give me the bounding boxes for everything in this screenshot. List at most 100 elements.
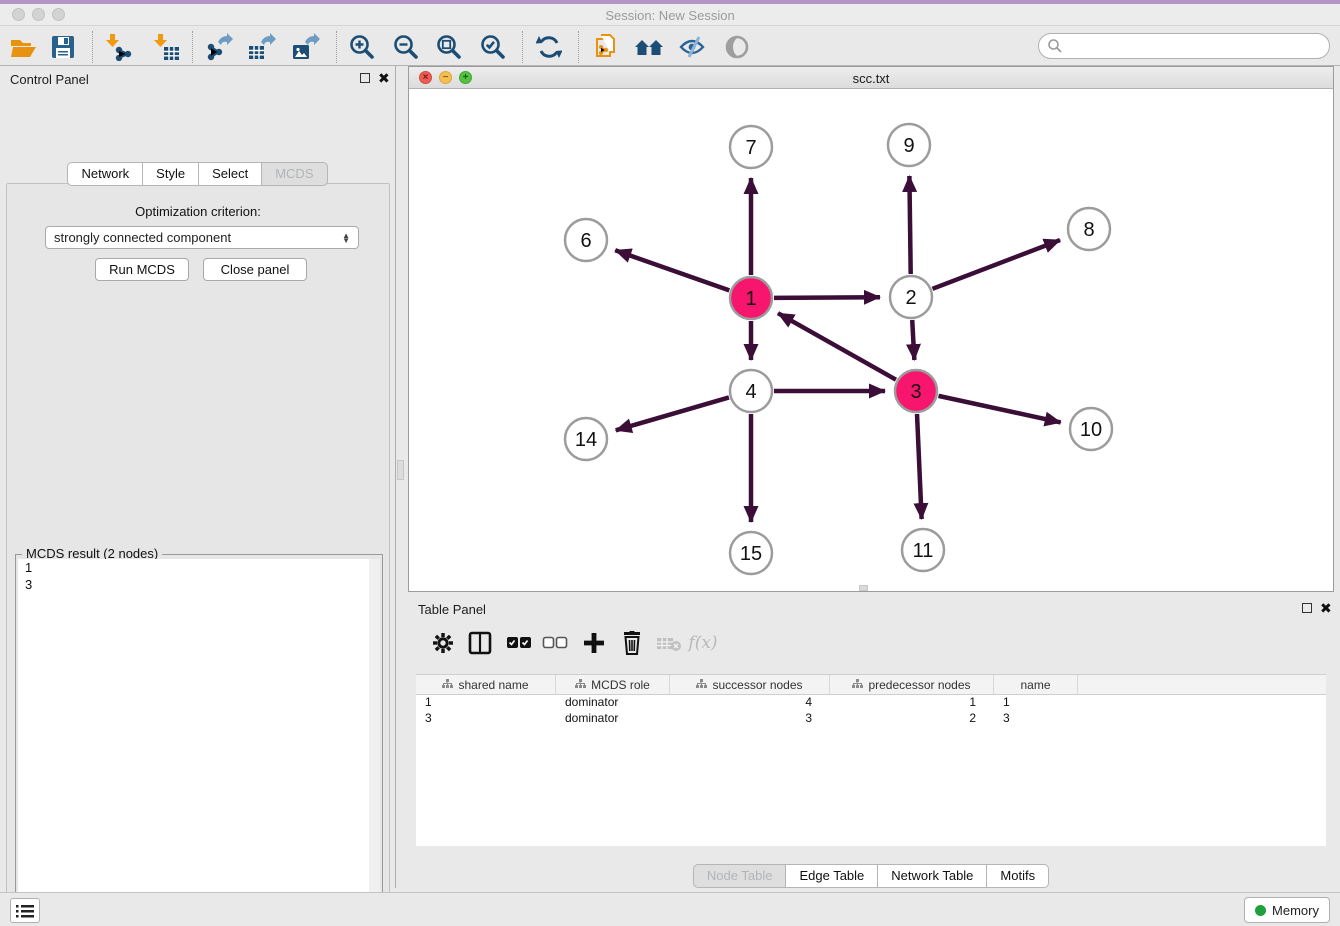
delete-column-icon[interactable] bbox=[617, 628, 647, 658]
export-network-icon[interactable] bbox=[204, 32, 234, 62]
control-panel-title: Control Panel bbox=[10, 72, 89, 87]
graph-node-label: 2 bbox=[905, 287, 916, 309]
column-selector-icon[interactable] bbox=[465, 628, 495, 658]
run-mcds-button[interactable]: Run MCDS bbox=[95, 258, 189, 281]
graph-edge-2-9[interactable] bbox=[909, 176, 910, 274]
main-toolbar bbox=[0, 27, 1340, 66]
table-cell[interactable]: dominator bbox=[556, 695, 670, 711]
graph-edge-3-10[interactable] bbox=[938, 396, 1060, 423]
select-all-rows-icon[interactable] bbox=[504, 628, 534, 658]
sitemap-icon bbox=[575, 678, 586, 692]
import-table-icon[interactable] bbox=[151, 32, 181, 62]
table-panel: Table Panel ✖ f(x) shared name MCDS roles… bbox=[408, 596, 1334, 888]
hide-selected-icon[interactable] bbox=[677, 32, 707, 62]
network-window-titlebar[interactable]: × − + scc.txt bbox=[409, 67, 1333, 89]
optimization-criterion-select[interactable]: strongly connected component ▲▼ bbox=[45, 226, 359, 249]
zoom-in-icon[interactable] bbox=[347, 32, 377, 62]
float-table-panel-icon[interactable] bbox=[1302, 603, 1312, 613]
save-session-icon[interactable] bbox=[48, 32, 78, 62]
graph-node-label: 4 bbox=[745, 381, 756, 403]
zoom-out-icon[interactable] bbox=[391, 32, 421, 62]
task-history-button[interactable] bbox=[10, 898, 40, 923]
canvas-splitter-handle[interactable] bbox=[859, 585, 868, 591]
zoom-selected-icon[interactable] bbox=[478, 32, 508, 62]
sitemap-icon bbox=[852, 678, 863, 692]
function-builder-icon[interactable]: f(x) bbox=[688, 628, 718, 658]
graph-node-label: 3 bbox=[910, 381, 921, 403]
open-session-icon[interactable] bbox=[8, 32, 38, 62]
mcds-result-list[interactable]: 13 bbox=[18, 559, 380, 926]
refresh-icon[interactable] bbox=[534, 32, 564, 62]
table-row[interactable]: 3dominator323 bbox=[416, 711, 1326, 727]
network-canvas[interactable]: 7968124314101511 bbox=[409, 89, 1333, 591]
float-panel-icon[interactable] bbox=[360, 73, 370, 83]
graph-edge-2-8[interactable] bbox=[932, 240, 1060, 289]
table-tab-edge-table[interactable]: Edge Table bbox=[785, 864, 877, 888]
graph-edge-2-3[interactable] bbox=[912, 320, 914, 360]
search-icon bbox=[1047, 38, 1063, 54]
first-neighbors-icon[interactable] bbox=[634, 32, 664, 62]
mcds-result-item: 3 bbox=[18, 576, 380, 593]
search-input[interactable] bbox=[1038, 33, 1330, 59]
graph-edge-4-14[interactable] bbox=[616, 397, 729, 430]
table-cell[interactable]: dominator bbox=[556, 711, 670, 727]
table-header-row: shared name MCDS rolesuccessor nodesprede… bbox=[416, 675, 1326, 695]
add-column-icon[interactable] bbox=[579, 628, 609, 658]
import-network-icon[interactable] bbox=[103, 32, 133, 62]
table-cell[interactable]: 3 bbox=[994, 711, 1078, 727]
deselect-all-rows-icon[interactable] bbox=[540, 628, 570, 658]
graph-edge-3-1[interactable] bbox=[778, 313, 896, 379]
graph-edge-3-11[interactable] bbox=[917, 414, 922, 519]
column-header-shared-name[interactable]: shared name bbox=[416, 675, 556, 694]
settings-gear-icon[interactable] bbox=[428, 628, 458, 658]
column-header-mcds-role[interactable]: MCDS role bbox=[556, 675, 670, 694]
tab-network[interactable]: Network bbox=[67, 162, 142, 186]
table-tab-motifs[interactable]: Motifs bbox=[986, 864, 1049, 888]
column-header-predecessor-nodes[interactable]: predecessor nodes bbox=[830, 675, 994, 694]
table-cell[interactable]: 3 bbox=[670, 711, 830, 727]
table-row[interactable]: 1dominator411 bbox=[416, 695, 1326, 711]
graph-node-label: 1 bbox=[745, 288, 756, 310]
table-panel-title: Table Panel bbox=[418, 602, 486, 617]
memory-label: Memory bbox=[1272, 903, 1319, 918]
tab-select[interactable]: Select bbox=[198, 162, 261, 186]
show-all-icon[interactable] bbox=[722, 32, 752, 62]
close-table-panel-icon[interactable]: ✖ bbox=[1320, 600, 1332, 617]
close-panel-icon[interactable]: ✖ bbox=[378, 70, 390, 87]
graph-edge-1-2[interactable] bbox=[774, 297, 880, 298]
export-table-icon[interactable] bbox=[247, 32, 277, 62]
table-tab-network-table[interactable]: Network Table bbox=[877, 864, 986, 888]
graph-node-label: 10 bbox=[1080, 419, 1102, 441]
duplicate-network-icon[interactable] bbox=[590, 32, 620, 62]
table-cell[interactable]: 4 bbox=[670, 695, 830, 711]
table-cell[interactable]: 3 bbox=[416, 711, 556, 727]
column-header-name[interactable]: name bbox=[994, 675, 1078, 694]
list-icon bbox=[16, 904, 34, 918]
zoom-fit-icon[interactable] bbox=[434, 32, 464, 62]
graph-edge-1-6[interactable] bbox=[615, 250, 729, 290]
table-cell[interactable]: 1 bbox=[830, 695, 994, 711]
table-cell[interactable]: 1 bbox=[994, 695, 1078, 711]
memory-button[interactable]: Memory bbox=[1244, 897, 1330, 923]
export-image-icon[interactable] bbox=[291, 32, 321, 62]
control-panel: Control Panel ✖ NetworkStyleSelectMCDS O… bbox=[0, 66, 396, 888]
control-panel-tabs: NetworkStyleSelectMCDS bbox=[0, 162, 395, 186]
result-scrollbar[interactable] bbox=[369, 559, 380, 926]
tab-style[interactable]: Style bbox=[142, 162, 198, 186]
column-header-label: shared name bbox=[458, 678, 528, 692]
table-cell[interactable]: 1 bbox=[416, 695, 556, 711]
network-view-window: × − + scc.txt 7968124314101511 bbox=[408, 66, 1334, 592]
delete-table-icon[interactable] bbox=[654, 628, 684, 658]
table-cell[interactable]: 2 bbox=[830, 711, 994, 727]
panel-splitter-handle[interactable] bbox=[397, 460, 404, 480]
graph-node-label: 6 bbox=[580, 230, 591, 252]
column-header-label: name bbox=[1020, 678, 1050, 692]
graph-node-label: 9 bbox=[903, 135, 914, 157]
table-tab-node-table[interactable]: Node Table bbox=[693, 864, 786, 888]
tab-mcds[interactable]: MCDS bbox=[261, 162, 327, 186]
node-table[interactable]: shared name MCDS rolesuccessor nodesprede… bbox=[416, 674, 1326, 846]
network-graph[interactable]: 7968124314101511 bbox=[409, 89, 1333, 591]
dropdown-selected-value: strongly connected component bbox=[54, 230, 231, 245]
column-header-successor-nodes[interactable]: successor nodes bbox=[670, 675, 830, 694]
close-panel-button[interactable]: Close panel bbox=[203, 258, 307, 281]
